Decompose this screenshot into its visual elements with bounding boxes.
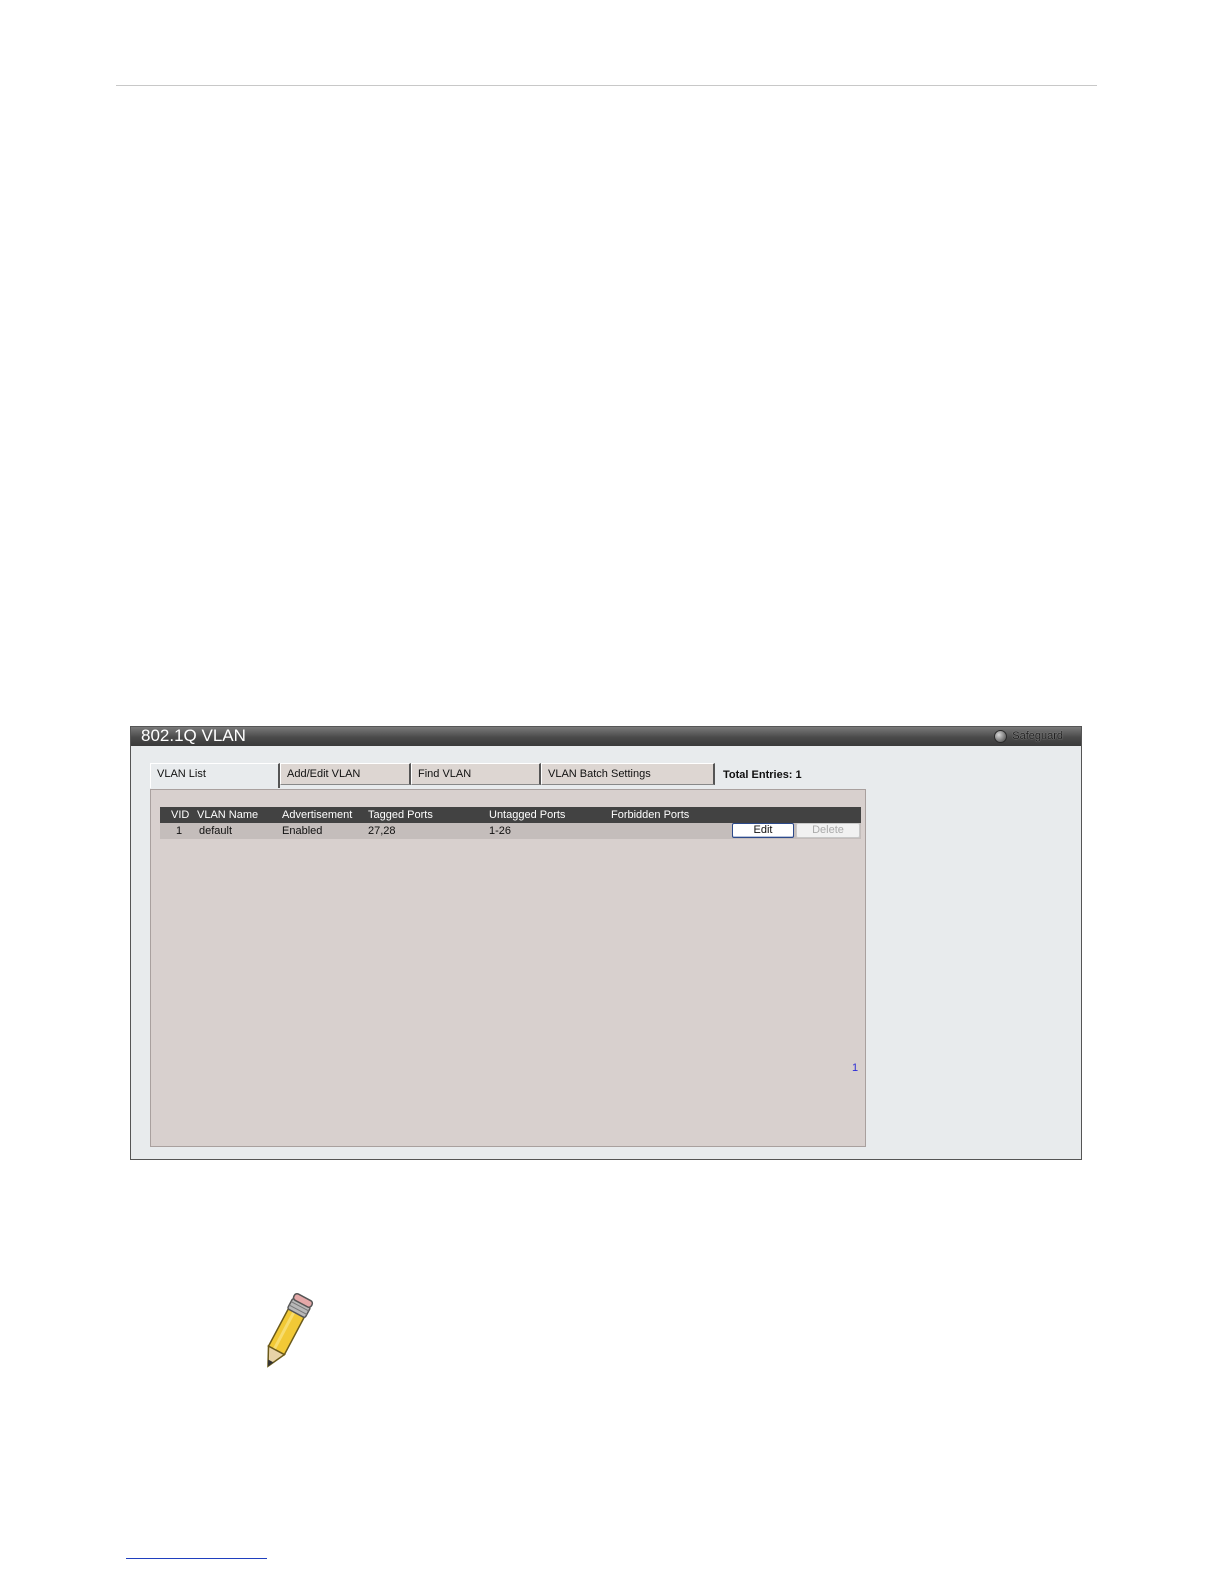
panel-title-bar: 802.1Q VLAN Safeguard bbox=[131, 727, 1081, 746]
delete-button[interactable]: Delete bbox=[796, 823, 860, 838]
table-header: VID VLAN Name Advertisement Tagged Ports… bbox=[160, 807, 861, 823]
cell-vid: 1 bbox=[176, 825, 183, 837]
tab-bar: VLAN List Add/Edit VLAN Find VLAN VLAN B… bbox=[150, 763, 715, 788]
cell-vlan-name: default bbox=[199, 825, 233, 837]
vlan-panel: 802.1Q VLAN Safeguard VLAN List Add/Edit… bbox=[130, 726, 1082, 1160]
cell-advertisement: Enabled bbox=[282, 825, 323, 837]
safeguard-indicator-icon bbox=[994, 729, 1008, 743]
column-header-untagged-ports: Untagged Ports bbox=[489, 809, 566, 821]
column-header-advertisement: Advertisement bbox=[282, 809, 353, 821]
safeguard-indicator[interactable]: Safeguard bbox=[994, 729, 1063, 743]
cell-tagged-ports: 27,28 bbox=[368, 825, 396, 837]
pencil-note-icon bbox=[267, 1292, 314, 1368]
cell-untagged-ports: 1-26 bbox=[489, 825, 512, 837]
table-row: 1 default Enabled 27,28 1-26 Edit Delete bbox=[160, 823, 861, 839]
column-header-tagged-ports: Tagged Ports bbox=[368, 809, 433, 821]
total-entries: Total Entries: 1 bbox=[723, 769, 802, 781]
safeguard-label: Safeguard bbox=[1012, 730, 1063, 742]
header-rule bbox=[116, 85, 1097, 86]
panel-title: 802.1Q VLAN bbox=[141, 726, 246, 745]
tab-add-edit-vlan[interactable]: Add/Edit VLAN bbox=[280, 763, 411, 785]
edit-button[interactable]: Edit bbox=[732, 823, 794, 838]
tab-vlan-list[interactable]: VLAN List bbox=[150, 763, 280, 788]
footer-link-underline bbox=[126, 1558, 267, 1559]
tab-vlan-batch-settings[interactable]: VLAN Batch Settings bbox=[541, 763, 715, 785]
tab-find-vlan[interactable]: Find VLAN bbox=[411, 763, 541, 785]
vlan-list-content: VID VLAN Name Advertisement Tagged Ports… bbox=[150, 789, 866, 1147]
column-header-forbidden-ports: Forbidden Ports bbox=[611, 809, 690, 821]
page-link-1[interactable]: 1 bbox=[852, 1062, 858, 1074]
column-header-vid: VID bbox=[171, 809, 190, 821]
column-header-vlan-name: VLAN Name bbox=[197, 809, 259, 821]
